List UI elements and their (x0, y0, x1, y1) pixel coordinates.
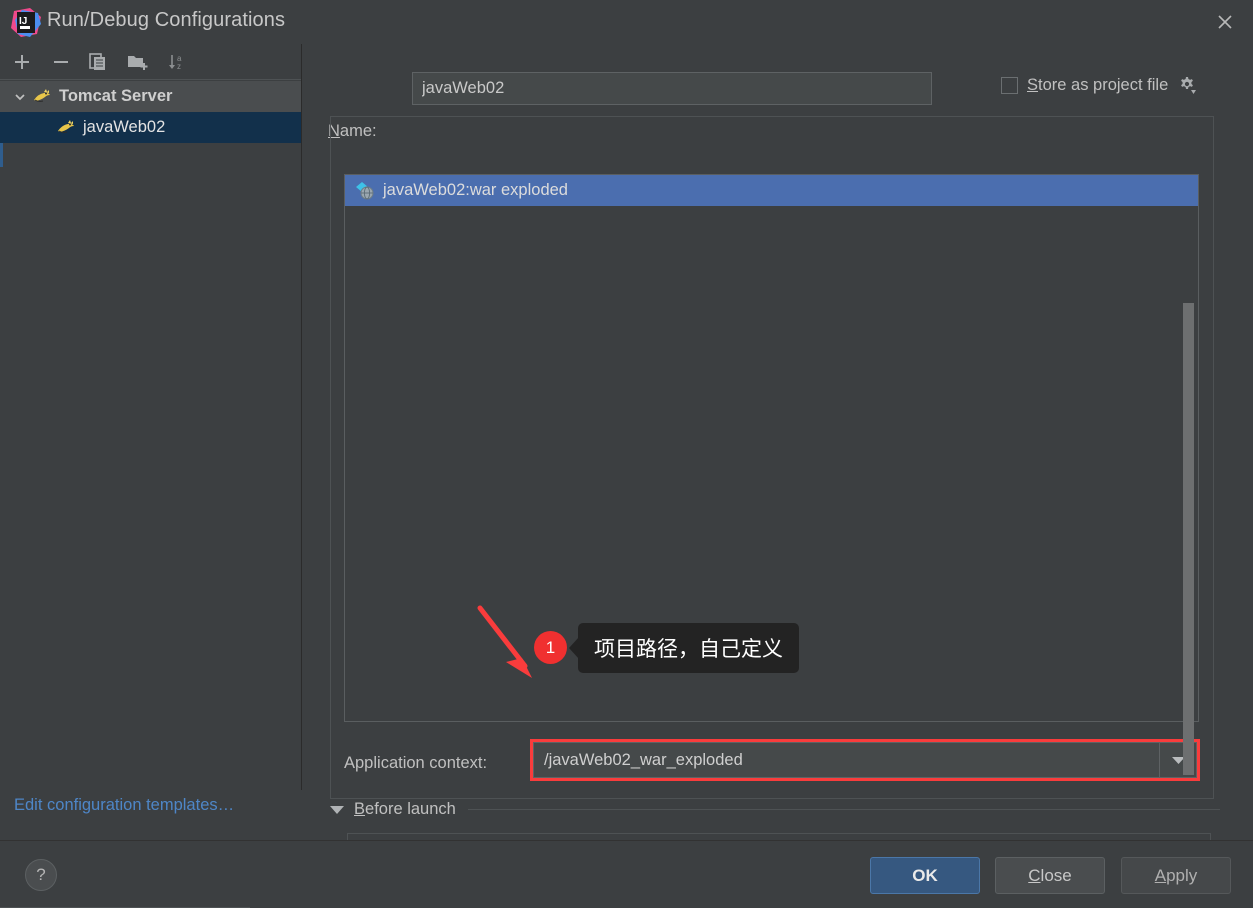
ok-button[interactable]: OK (870, 857, 980, 894)
triangle-down-icon[interactable] (330, 805, 348, 815)
close-button[interactable]: Close (995, 857, 1105, 894)
before-launch-label-rest: efore launch (365, 800, 456, 818)
configurations-sidebar: a z Tomcat Server javaWeb02 Edit configu… (0, 44, 302, 814)
configurations-tree: Tomcat Server javaWeb02 (0, 81, 301, 790)
run-debug-configurations-dialog: IJ Run/Debug Configurations a z Tomcat S… (0, 0, 1253, 908)
tomcat-icon (32, 88, 52, 106)
before-launch-mnemonic: B (354, 800, 366, 818)
list-item-label: javaWeb02:war exploded (383, 181, 568, 199)
deployment-scrollbar-thumb[interactable] (1183, 303, 1194, 775)
application-context-label: Application context: (344, 754, 488, 772)
svg-text:IJ: IJ (19, 16, 27, 27)
add-configuration-button[interactable] (8, 49, 36, 75)
application-context-value[interactable]: /javaWeb02_war_exploded (534, 751, 1159, 770)
copy-configuration-button[interactable] (85, 49, 113, 75)
close-icon[interactable] (1207, 6, 1243, 38)
before-launch-divider (467, 809, 1220, 810)
list-item[interactable]: javaWeb02:war exploded (345, 175, 1198, 206)
artifact-icon (355, 181, 375, 201)
close-button-label-rest: lose (1040, 865, 1072, 885)
store-as-project-file-checkbox[interactable] (1001, 76, 1018, 94)
sidebar-group-label: Tomcat Server (59, 87, 173, 105)
before-launch-section-header: Before launch (330, 800, 1220, 819)
store-as-project-file-label: Store as project file (1027, 76, 1168, 95)
before-launch-label[interactable]: Before launch (354, 800, 456, 819)
new-folder-button[interactable] (124, 49, 152, 75)
sidebar-item-javaweb02[interactable]: javaWeb02 (0, 112, 301, 143)
store-label-mnemonic: S (1027, 75, 1039, 94)
chevron-down-icon[interactable] (8, 90, 32, 104)
sort-alphabetically-icon[interactable]: a z (163, 49, 191, 75)
sidebar-item-label: javaWeb02 (83, 118, 166, 136)
sidebar-group-tomcat-server[interactable]: Tomcat Server (0, 81, 301, 112)
gear-icon[interactable] (1177, 75, 1197, 95)
name-input[interactable] (412, 72, 932, 105)
deployment-settings-card: javaWeb02:war exploded Application conte… (330, 116, 1214, 799)
svg-text:z: z (177, 62, 181, 71)
apply-button-mnemonic: A (1154, 865, 1167, 885)
annotation-step-badge: 1 (534, 631, 567, 664)
sidebar-toolbar: a z (0, 44, 301, 80)
edit-configuration-templates-link[interactable]: Edit configuration templates… (14, 796, 234, 815)
annotation-tooltip: 项目路径，自己定义 (569, 623, 799, 673)
close-button-mnemonic: C (1028, 865, 1041, 885)
configuration-editor-panel: Name: Store as project file (303, 44, 1253, 799)
window-title: Run/Debug Configurations (47, 9, 286, 31)
application-context-combobox[interactable]: /javaWeb02_war_exploded (533, 742, 1197, 778)
title-bar: IJ Run/Debug Configurations (0, 0, 1253, 44)
apply-button-label-rest: pply (1166, 865, 1198, 885)
intellij-idea-logo-icon: IJ (10, 8, 42, 38)
dialog-footer: ? OK Close Apply (0, 840, 1253, 908)
deployment-scrollbar[interactable] (1183, 303, 1194, 831)
store-label-rest: tore as project file (1038, 75, 1169, 94)
remove-configuration-button[interactable] (47, 49, 75, 75)
tomcat-icon (56, 119, 76, 137)
store-as-project-file-row[interactable]: Store as project file (1001, 75, 1197, 95)
apply-button[interactable]: Apply (1121, 857, 1231, 894)
question-mark-icon[interactable]: ? (25, 859, 57, 891)
